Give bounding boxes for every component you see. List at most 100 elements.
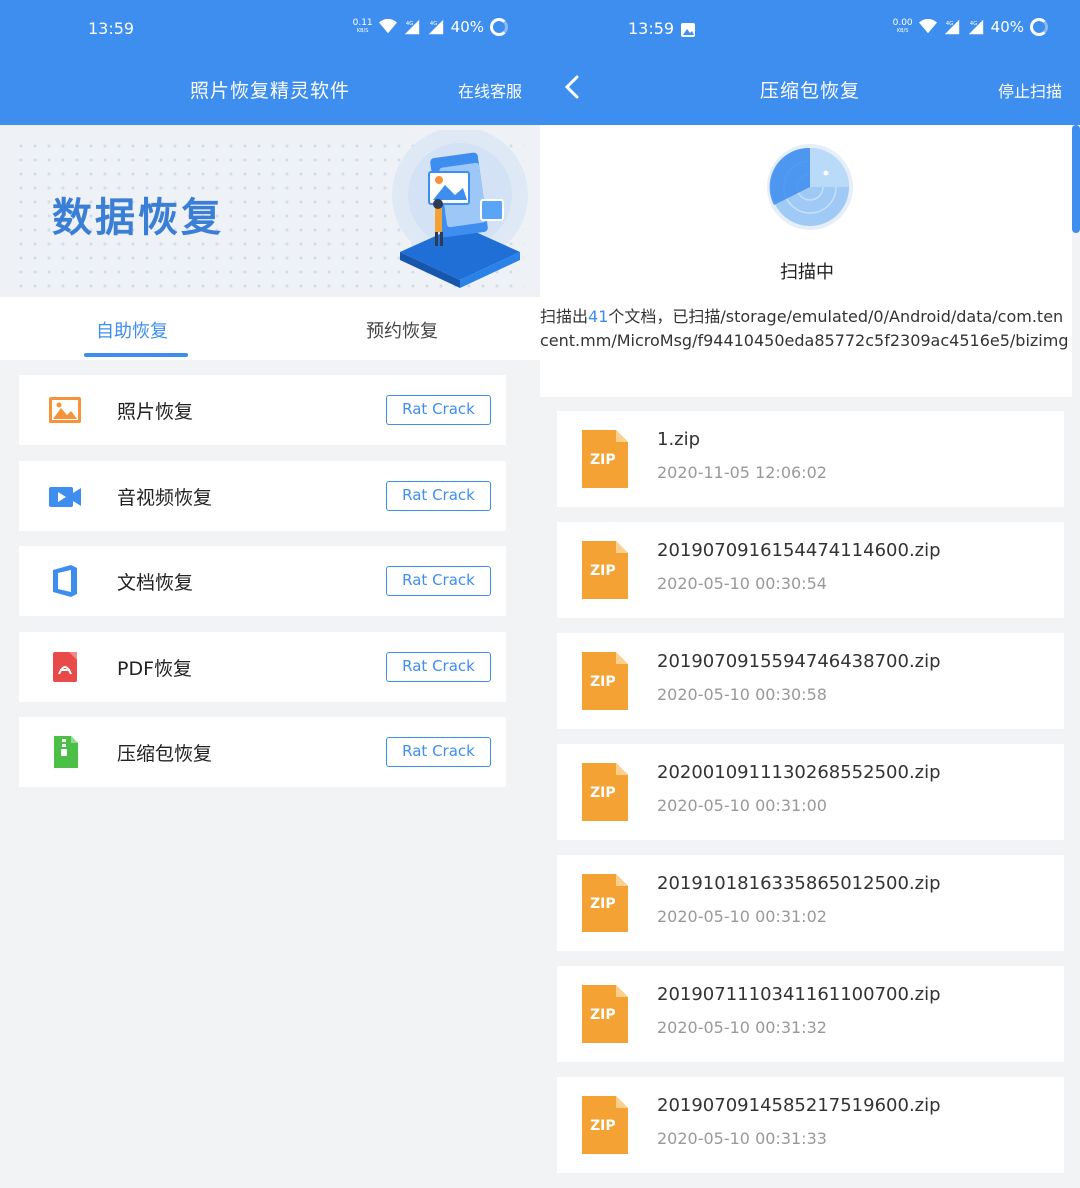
file-row[interactable]: ZIP 2019101816335865012500.zip 2020-05-1… bbox=[557, 855, 1064, 951]
battery-icon bbox=[1030, 18, 1048, 36]
svg-text:ZIP: ZIP bbox=[590, 563, 616, 579]
file-date: 2020-05-10 00:30:54 bbox=[657, 574, 827, 593]
item-label: 音视频恢复 bbox=[117, 486, 213, 509]
page-title: 压缩包恢复 bbox=[760, 80, 861, 102]
image-notification-icon bbox=[681, 23, 695, 37]
rat-crack-button[interactable]: Rat Crack bbox=[386, 737, 491, 767]
scan-progress-info: 扫描出41个文档，已扫描/storage/emulated/0/Android/… bbox=[540, 307, 1069, 350]
svg-text:4G: 4G bbox=[945, 21, 953, 27]
file-name: 2020010911130268552500.zip bbox=[657, 762, 941, 783]
svg-text:ZIP: ZIP bbox=[590, 452, 616, 468]
recovery-tabs: 自助恢复 预约恢复 bbox=[0, 297, 540, 360]
file-list: ZIP 1.zip 2020-11-05 12:06:02 ZIP 201907… bbox=[557, 411, 1064, 1188]
scanned-count: 41 bbox=[588, 307, 609, 326]
svg-text:4G: 4G bbox=[969, 21, 977, 27]
signal-icon: 4G bbox=[404, 19, 419, 35]
file-row[interactable]: ZIP 2019070916154474114600.zip 2020-05-1… bbox=[557, 522, 1064, 618]
rat-crack-button[interactable]: Rat Crack bbox=[386, 395, 491, 425]
file-row[interactable]: ZIP 1.zip 2020-11-05 12:06:02 bbox=[557, 411, 1064, 507]
file-name: 2019070915594746438700.zip bbox=[657, 651, 941, 672]
file-date: 2020-11-05 12:06:02 bbox=[657, 463, 827, 482]
file-row[interactable]: ZIP 2019070915594746438700.zip 2020-05-1… bbox=[557, 633, 1064, 729]
list-item-video-recovery[interactable]: 音视频恢复 Rat Crack bbox=[19, 460, 506, 531]
page-title: 照片恢复精灵软件 bbox=[190, 80, 351, 102]
wifi-icon bbox=[918, 18, 937, 34]
rat-crack-button[interactable]: Rat Crack bbox=[386, 566, 491, 596]
status-time: 13:59 bbox=[628, 19, 675, 38]
app-bar: 13:59 0.00 KB/S 4G 4G 40% 压缩包恢复 停止扫描 bbox=[540, 0, 1080, 125]
recovery-list: 照片恢复 Rat Crack 音视频恢复 Rat Crack 文档恢复 Rat … bbox=[19, 375, 506, 803]
svg-text:ZIP: ZIP bbox=[590, 785, 616, 801]
list-item-document-recovery[interactable]: 文档恢复 Rat Crack bbox=[19, 546, 506, 616]
video-icon bbox=[49, 486, 81, 507]
file-name: 2019070914585217519600.zip bbox=[657, 1095, 941, 1116]
file-row[interactable]: ZIP 2020010911130268552500.zip 2020-05-1… bbox=[557, 744, 1064, 840]
signal-icon-2: 4G bbox=[428, 19, 443, 35]
zip-file-icon: ZIP bbox=[582, 1096, 628, 1154]
scrollbar[interactable] bbox=[1072, 125, 1080, 233]
scan-status-panel: 扫描中 扫描出41个文档，已扫描/storage/emulated/0/Andr… bbox=[540, 125, 1072, 397]
file-name: 2019071110341161100700.zip bbox=[657, 984, 941, 1005]
file-date: 2020-05-10 00:31:00 bbox=[657, 796, 827, 815]
battery-level: 40% bbox=[990, 18, 1024, 36]
svg-text:4G: 4G bbox=[429, 21, 437, 27]
banner-title: 数据恢复 bbox=[52, 195, 224, 241]
zip-file-icon: ZIP bbox=[582, 763, 628, 821]
scan-status-text: 扫描中 bbox=[780, 262, 834, 283]
archive-icon bbox=[54, 736, 78, 768]
zip-file-icon: ZIP bbox=[582, 985, 628, 1043]
wifi-icon bbox=[378, 18, 397, 34]
svg-text:ZIP: ZIP bbox=[590, 896, 616, 912]
stop-scan-button[interactable]: 停止扫描 bbox=[998, 78, 1062, 102]
item-label: 文档恢复 bbox=[117, 572, 194, 594]
svg-text:4G: 4G bbox=[405, 21, 413, 27]
tab-appointment-recovery[interactable]: 预约恢复 bbox=[366, 317, 438, 343]
file-date: 2020-05-10 00:30:58 bbox=[657, 685, 827, 704]
radar-scan-icon bbox=[767, 144, 853, 230]
item-label: 照片恢复 bbox=[117, 401, 194, 423]
list-item-archive-recovery[interactable]: 压缩包恢复 Rat Crack bbox=[19, 717, 506, 787]
file-row[interactable]: ZIP 2019071110341161100700.zip 2020-05-1… bbox=[557, 966, 1064, 1062]
list-item-photo-recovery[interactable]: 照片恢复 Rat Crack bbox=[19, 375, 506, 445]
network-speed: 0.00 KB/S bbox=[892, 18, 913, 35]
file-name: 2019070916154474114600.zip bbox=[657, 540, 941, 561]
zip-file-icon: ZIP bbox=[582, 541, 628, 599]
online-service-button[interactable]: 在线客服 bbox=[458, 78, 522, 102]
zip-file-icon: ZIP bbox=[582, 430, 628, 488]
app-bar: 13:59 0.11 KB/S 4G 4G 40% 照片恢复精灵软件 在线客服 bbox=[0, 0, 540, 125]
svg-text:ZIP: ZIP bbox=[590, 1118, 616, 1134]
signal-icon: 4G bbox=[944, 19, 959, 35]
list-item-pdf-recovery[interactable]: PDF恢复 Rat Crack bbox=[19, 631, 506, 702]
file-date: 2020-05-10 00:31:32 bbox=[657, 1018, 827, 1037]
status-time: 13:59 bbox=[88, 19, 135, 38]
active-tab-indicator bbox=[84, 353, 188, 357]
file-name: 2019101816335865012500.zip bbox=[657, 873, 941, 894]
pdf-icon bbox=[53, 651, 77, 682]
back-arrow-icon[interactable] bbox=[564, 74, 580, 100]
zip-file-icon: ZIP bbox=[582, 874, 628, 932]
file-date: 2020-05-10 00:31:33 bbox=[657, 1129, 827, 1148]
status-bar: 13:59 0.00 KB/S 4G 4G 40% bbox=[540, 0, 1080, 60]
photo-icon bbox=[49, 397, 81, 423]
file-date: 2020-05-10 00:31:02 bbox=[657, 907, 827, 926]
zip-file-icon: ZIP bbox=[582, 652, 628, 710]
file-name: 1.zip bbox=[657, 429, 701, 450]
status-bar: 13:59 0.11 KB/S 4G 4G 40% bbox=[0, 0, 540, 60]
svg-text:ZIP: ZIP bbox=[590, 674, 616, 690]
signal-icon-2: 4G bbox=[968, 19, 983, 35]
data-recovery-illustration-icon bbox=[392, 130, 528, 288]
battery-level: 40% bbox=[450, 18, 484, 36]
rat-crack-button[interactable]: Rat Crack bbox=[386, 651, 491, 682]
left-screen: 13:59 0.11 KB/S 4G 4G 40% 照片恢复精灵软件 在线客服 … bbox=[0, 0, 540, 1188]
svg-text:ZIP: ZIP bbox=[590, 1007, 616, 1023]
file-row[interactable]: ZIP 2019070914585217519600.zip 2020-05-1… bbox=[557, 1077, 1064, 1173]
network-speed: 0.11 KB/S bbox=[352, 18, 373, 35]
battery-icon bbox=[490, 18, 508, 36]
tab-self-recovery[interactable]: 自助恢复 bbox=[96, 317, 168, 343]
document-icon bbox=[53, 565, 77, 597]
item-label: 压缩包恢复 bbox=[117, 743, 213, 765]
right-screen: 13:59 0.00 KB/S 4G 4G 40% 压缩包恢复 停止扫描 扫描中… bbox=[540, 0, 1080, 1188]
item-label: PDF恢复 bbox=[117, 657, 193, 680]
rat-crack-button[interactable]: Rat Crack bbox=[386, 480, 491, 511]
banner: 数据恢复 bbox=[0, 125, 540, 297]
